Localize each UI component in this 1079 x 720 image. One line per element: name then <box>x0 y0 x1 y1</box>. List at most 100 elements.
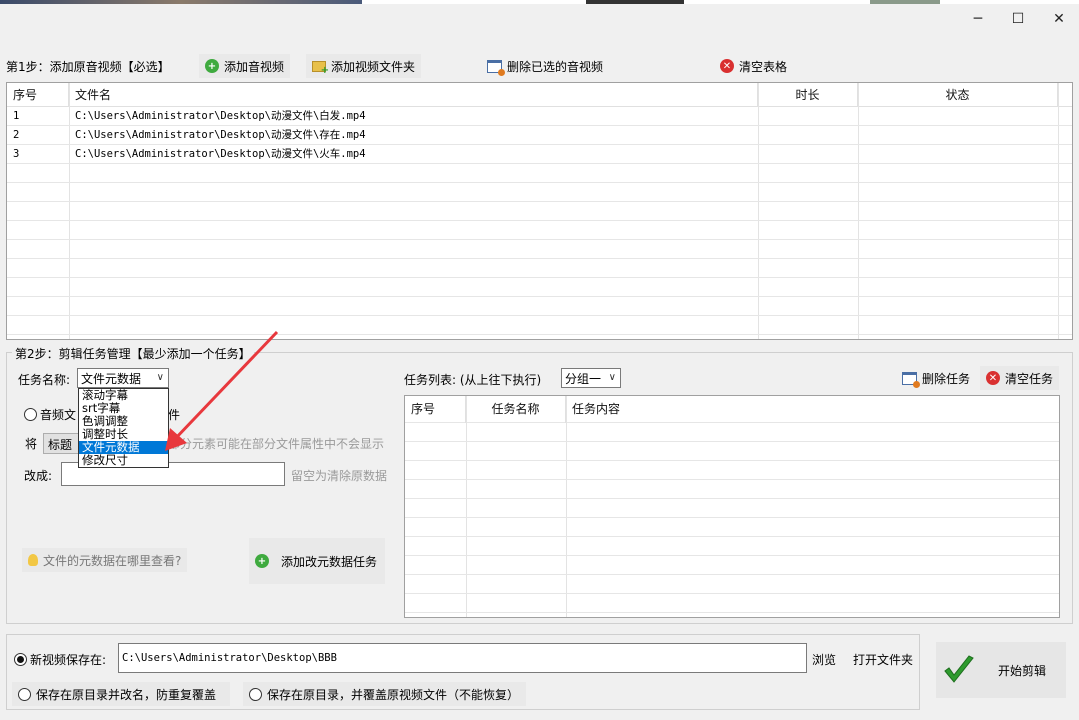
column-header-task-index[interactable]: 序号 <box>405 396 466 423</box>
row-filename: C:\Users\Administrator\Desktop\动漫文件\白发.m… <box>75 110 366 122</box>
delete-window-icon <box>487 59 505 76</box>
task-name-select[interactable]: 文件元数据 ∨ <box>77 368 169 388</box>
open-folder-button[interactable]: 打开文件夹 <box>853 651 913 668</box>
annotation-arrow <box>165 330 279 451</box>
task-name-dropdown[interactable]: 滚动字幕 srt字幕 色调调整 调整时长 文件元数据 修改尺寸 <box>78 388 169 468</box>
group-select-value: 分组一 <box>565 371 602 386</box>
empty-row <box>7 164 1072 183</box>
row-filename: C:\Users\Administrator\Desktop\动漫文件\存在.m… <box>75 129 366 141</box>
delete-selected-label: 删除已选的音视频 <box>507 59 604 74</box>
table-row[interactable]: 3 C:\Users\Administrator\Desktop\动漫文件\火车… <box>7 145 1072 164</box>
new-save-label: 新视频保存在: <box>30 653 107 667</box>
add-folder-button[interactable]: 添加视频文件夹 <box>306 54 422 78</box>
add-media-label: 添加音视频 <box>224 59 285 74</box>
table-row[interactable]: 1 C:\Users\Administrator\Desktop\动漫文件\白发… <box>7 107 1072 126</box>
close-button[interactable]: ✕ <box>1036 4 1079 34</box>
chevron-down-icon: ∨ <box>608 372 616 383</box>
empty-row <box>7 221 1072 240</box>
empty-row <box>405 499 1059 518</box>
empty-row <box>405 480 1059 499</box>
clear-tasks-button[interactable]: ✕ 清空任务 <box>980 366 1060 390</box>
start-label: 开始剪辑 <box>998 663 1047 678</box>
clear-table-button[interactable]: ✕ 清空表格 <box>714 54 793 78</box>
radio-new-save[interactable] <box>14 653 27 666</box>
delete-selected-button[interactable]: 删除已选的音视频 <box>481 54 609 78</box>
radio-audio-option[interactable]: 音频文 <box>24 406 76 423</box>
maximize-button[interactable]: ☐ <box>995 4 1041 34</box>
folder-add-icon <box>312 60 329 76</box>
empty-row <box>7 259 1072 278</box>
thumbnail-image <box>586 0 684 4</box>
add-icon: + <box>255 554 269 568</box>
thumbnail-image <box>870 0 940 4</box>
file-table[interactable]: 序号 文件名 时长 状态 1 C:\Users\Administrator\De… <box>6 82 1073 340</box>
empty-row <box>7 183 1072 202</box>
save-rename-option[interactable]: 保存在原目录并改名，防重复覆盖 <box>12 682 230 706</box>
new-save-option[interactable]: 新视频保存在: <box>14 651 106 668</box>
clear-table-label: 清空表格 <box>739 59 788 74</box>
group-select[interactable]: 分组一 ∨ <box>561 368 621 388</box>
empty-row <box>405 423 1059 442</box>
file-table-header: 序号 文件名 时长 状态 <box>7 83 1072 107</box>
add-folder-label: 添加视频文件夹 <box>331 59 416 74</box>
add-media-button[interactable]: + 添加音视频 <box>199 54 291 78</box>
save-overwrite-option[interactable]: 保存在原目录，并覆盖原视频文件（不能恢复） <box>243 682 526 706</box>
empty-row <box>7 278 1072 297</box>
task-table[interactable]: 序号 任务名称 任务内容 <box>404 395 1060 618</box>
field-select-value: 标题 <box>48 438 73 452</box>
delete-task-button[interactable]: 删除任务 <box>896 366 976 390</box>
column-header-task-name[interactable]: 任务名称 <box>466 396 566 423</box>
row-filename: C:\Users\Administrator\Desktop\动漫文件\火车.m… <box>75 148 366 160</box>
task-name-label: 任务名称: <box>18 373 71 387</box>
step1-label: 第1步：添加原音视频【必选】 <box>6 60 170 74</box>
lightbulb-icon <box>28 554 38 566</box>
where-metadata-button[interactable]: 文件的元数据在哪里查看? <box>22 548 188 572</box>
task-name-value: 文件元数据 <box>81 371 142 386</box>
column-header-task-content[interactable]: 任务内容 <box>566 396 1059 423</box>
field-select[interactable]: 标题 <box>43 433 83 454</box>
maximize-icon: ☐ <box>1011 11 1025 27</box>
empty-row <box>405 537 1059 556</box>
hint-clear: 留空为清除原数据 <box>291 469 388 483</box>
replace-label: 将 <box>25 437 38 451</box>
thumbnail-image <box>0 0 362 4</box>
radio-audio[interactable] <box>24 408 37 421</box>
empty-row <box>7 202 1072 221</box>
row-index: 3 <box>13 148 20 160</box>
empty-row <box>7 240 1072 259</box>
empty-row <box>405 575 1059 594</box>
add-icon: + <box>205 59 219 73</box>
browse-button[interactable]: 浏览 <box>812 651 836 668</box>
save-path-input[interactable]: C:\Users\Administrator\Desktop\BBB <box>118 643 807 673</box>
clear-tasks-label: 清空任务 <box>1005 371 1054 386</box>
delete-task-label: 删除任务 <box>922 371 971 386</box>
where-metadata-label: 文件的元数据在哪里查看? <box>43 553 182 568</box>
empty-row <box>405 556 1059 575</box>
empty-row <box>405 594 1059 613</box>
clear-icon: ✕ <box>720 59 734 73</box>
add-task-button[interactable]: + 添加改元数据任务 <box>249 538 385 584</box>
change-to-label: 改成: <box>24 469 53 483</box>
save-rename-label: 保存在原目录并改名，防重复覆盖 <box>36 687 217 702</box>
clear-icon: ✕ <box>986 371 1000 385</box>
row-index: 2 <box>13 129 20 141</box>
checkmark-icon <box>944 655 974 683</box>
dropdown-option[interactable]: 修改尺寸 <box>79 454 168 467</box>
table-row[interactable]: 2 C:\Users\Administrator\Desktop\动漫文件\存在… <box>7 126 1072 145</box>
column-header-status[interactable]: 状态 <box>858 83 1058 107</box>
empty-row <box>405 442 1059 461</box>
column-header-duration[interactable]: 时长 <box>758 83 858 107</box>
start-button[interactable]: 开始剪辑 <box>936 642 1066 698</box>
column-header-filename[interactable]: 文件名 <box>69 83 758 107</box>
task-table-header: 序号 任务名称 任务内容 <box>405 396 1059 423</box>
minimize-icon: ─ <box>973 11 983 27</box>
radio-save-overwrite[interactable] <box>249 687 262 701</box>
delete-window-icon <box>902 371 920 388</box>
close-icon: ✕ <box>1053 11 1065 27</box>
radio-audio-label: 音频文 <box>40 408 77 422</box>
radio-save-rename[interactable] <box>18 687 31 701</box>
row-index: 1 <box>13 110 20 122</box>
column-header-index[interactable]: 序号 <box>7 83 69 107</box>
empty-row <box>405 518 1059 537</box>
empty-row <box>405 461 1059 480</box>
